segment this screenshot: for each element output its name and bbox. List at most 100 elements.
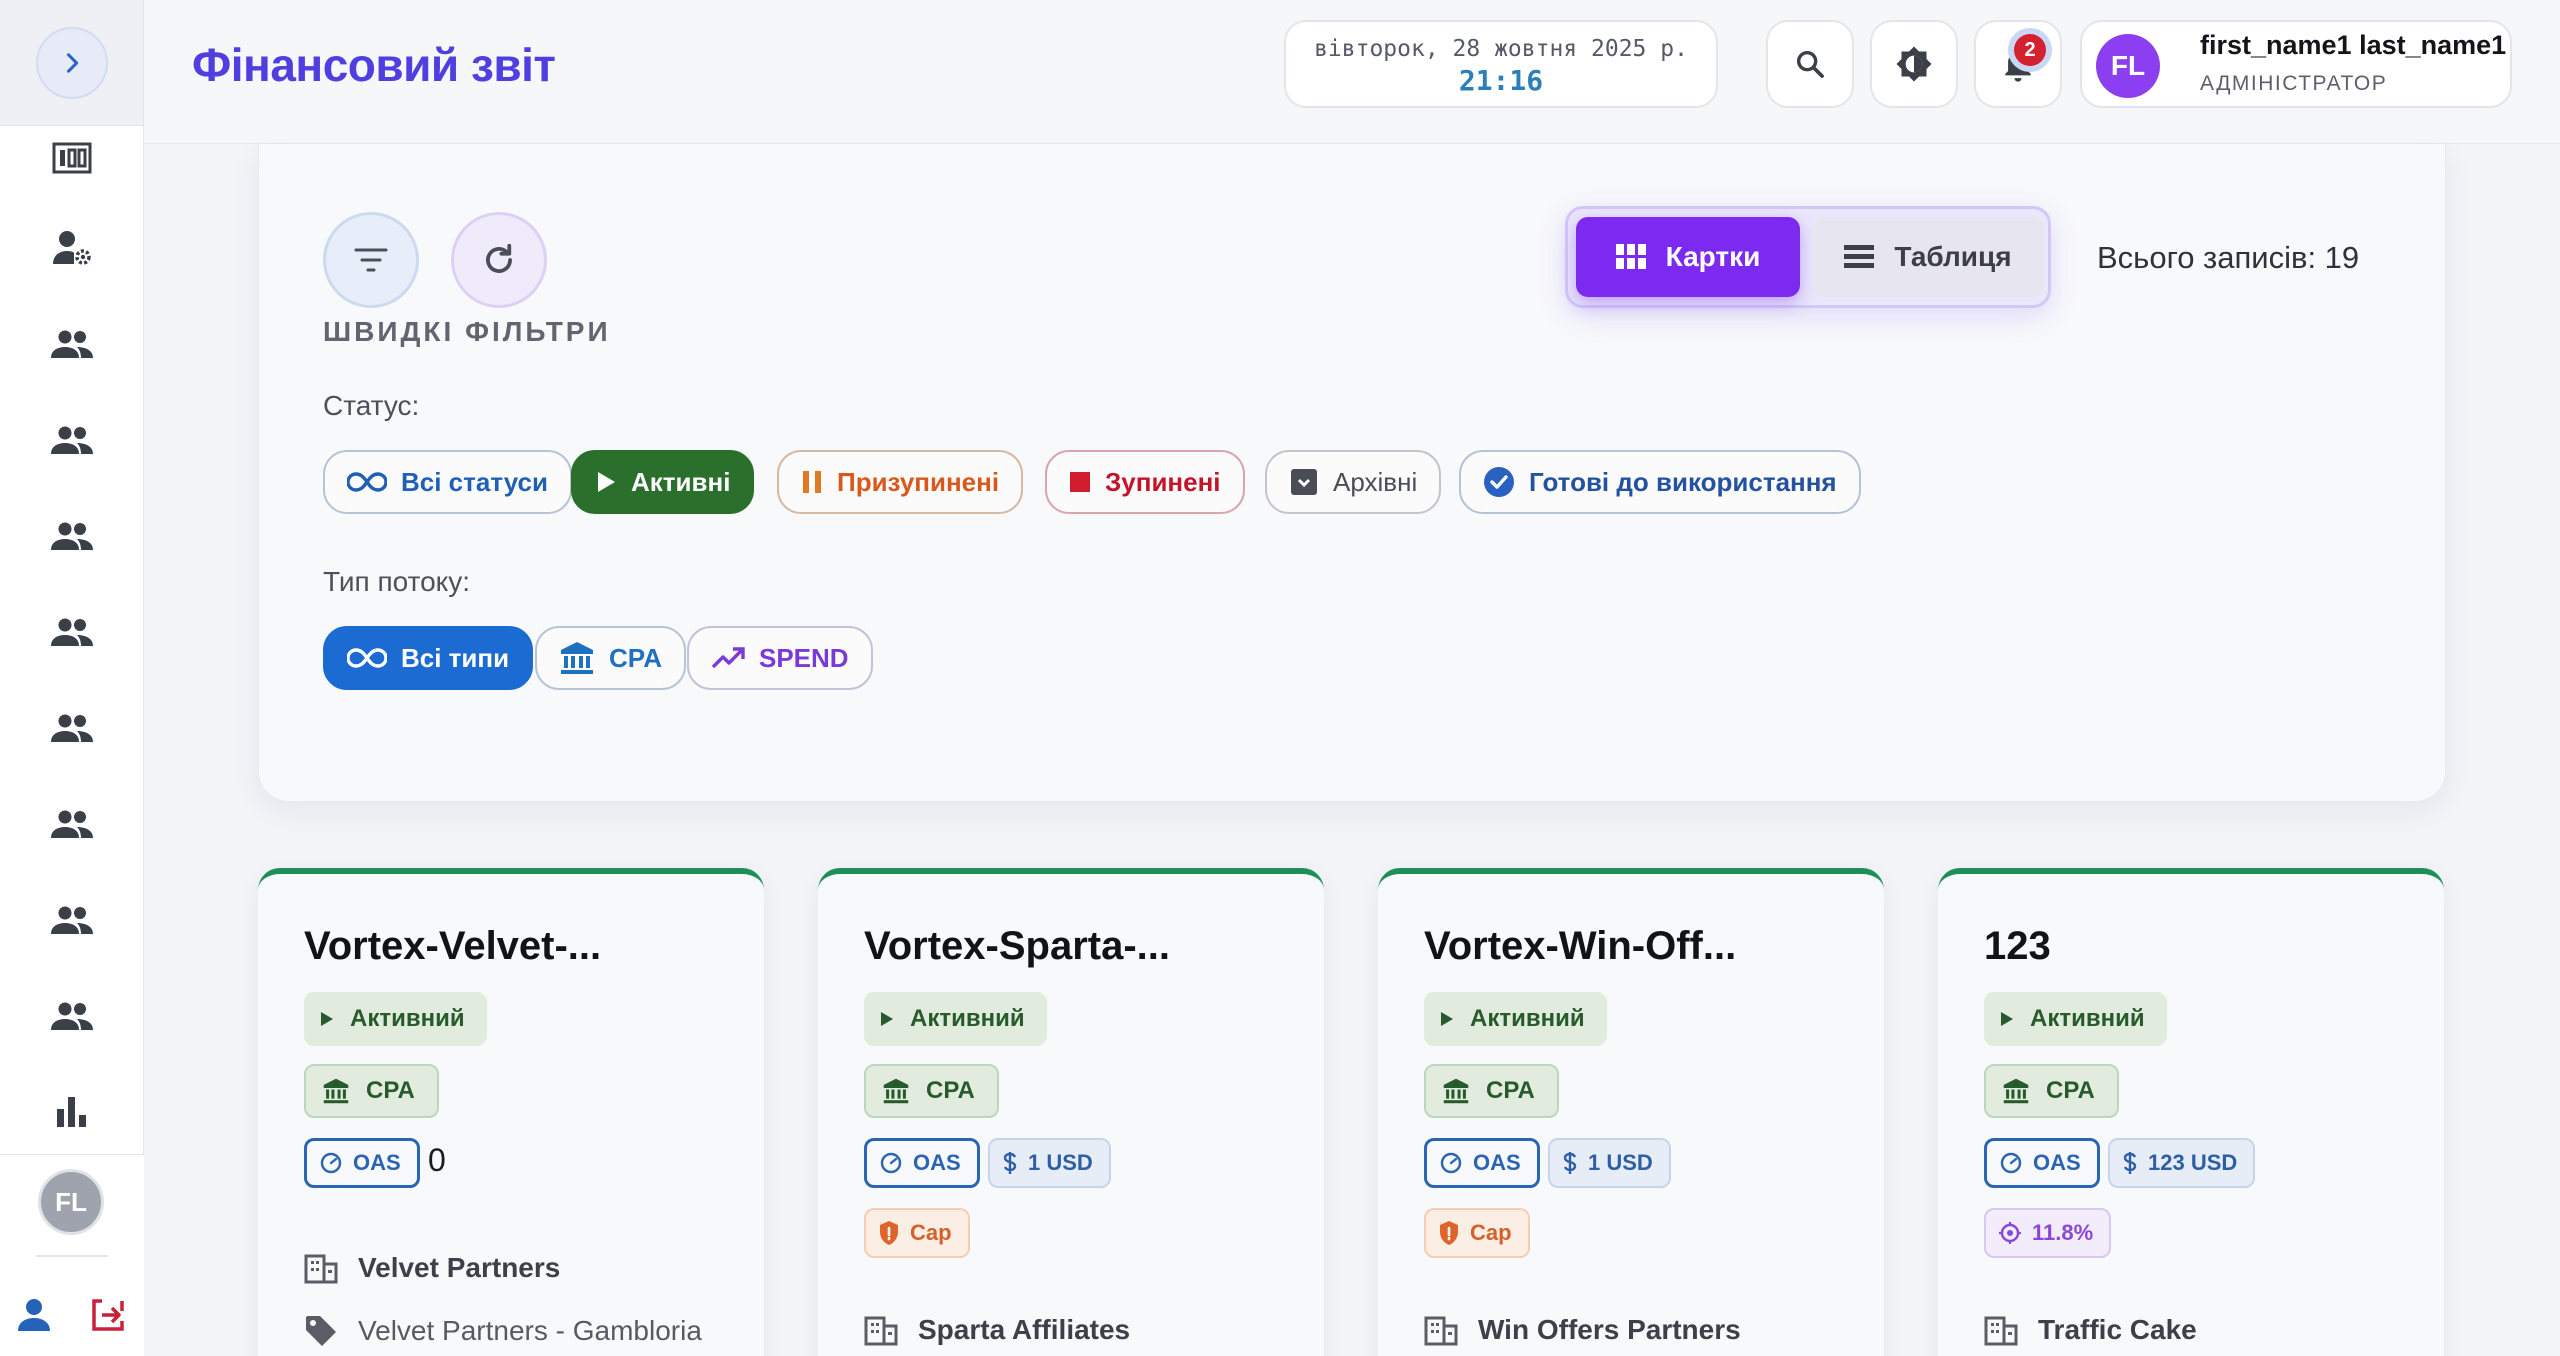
flow-chip-spend[interactable]: SPEND bbox=[687, 626, 873, 690]
status-chip-archived[interactable]: Архівні bbox=[1265, 450, 1442, 514]
amount-tag: 123 USD bbox=[2108, 1138, 2256, 1188]
oas-label: OAS bbox=[913, 1150, 961, 1175]
search-button[interactable] bbox=[1766, 20, 1854, 108]
flow-chip-cpa[interactable]: CPA bbox=[535, 626, 686, 690]
status-chip-active[interactable]: Активні bbox=[571, 450, 755, 514]
status-chip-label: Зупинені bbox=[1105, 466, 1221, 497]
status-chip-ready[interactable]: Готові до використання bbox=[1459, 450, 1861, 514]
total-records: Всього записів: 19 bbox=[2097, 240, 2360, 275]
flow-card[interactable]: Vortex-Sparta-... Активний CPA OAS 1 USD… bbox=[818, 868, 1324, 1356]
logout-button[interactable] bbox=[88, 1295, 128, 1335]
flow-chip-all[interactable]: Всі типи bbox=[323, 626, 534, 690]
speedometer-icon bbox=[880, 1152, 902, 1174]
user-role: АДМІНІСТРАТОР bbox=[2200, 72, 2388, 95]
quick-filters-title: ШВИДКІ ФІЛЬТРИ bbox=[323, 316, 611, 347]
status-badge: Активний bbox=[1424, 992, 1607, 1046]
partner-row: Velvet Partners bbox=[304, 1252, 560, 1284]
status-chip-label: Активні bbox=[631, 466, 731, 497]
partner-name: Traffic Cake bbox=[2038, 1314, 2197, 1345]
filter-icon bbox=[354, 248, 388, 272]
view-cards-label: Картки bbox=[1665, 241, 1761, 272]
percent-label: 11.8% bbox=[2032, 1220, 2094, 1245]
view-cards-button[interactable]: Картки bbox=[1576, 217, 1800, 297]
partner-name: Sparta Affiliates bbox=[918, 1314, 1131, 1345]
partner-name: Win Offers Partners bbox=[1478, 1314, 1741, 1345]
refresh-icon bbox=[486, 243, 512, 273]
sidebar-item-group-4[interactable] bbox=[40, 600, 104, 664]
partner-name: Velvet Partners bbox=[358, 1252, 561, 1283]
logout-icon bbox=[92, 1299, 124, 1331]
sidebar-footer: FL bbox=[0, 1154, 144, 1356]
speedometer-icon bbox=[2000, 1152, 2022, 1174]
oas-label: OAS bbox=[1473, 1150, 1521, 1175]
building-icon bbox=[304, 1254, 338, 1284]
infinity-icon bbox=[347, 648, 387, 668]
user-settings-icon bbox=[53, 231, 91, 265]
sidebar-item-group-6[interactable] bbox=[40, 792, 104, 856]
amount-label: 123 USD bbox=[2148, 1150, 2238, 1175]
avatar: FL bbox=[2096, 34, 2160, 98]
flow-card[interactable]: Vortex-Win-Off... Активний CPA OAS 1 USD… bbox=[1378, 868, 1884, 1356]
type-badge-label: CPA bbox=[1486, 1077, 1535, 1104]
group-icon bbox=[51, 618, 93, 646]
status-chip-all[interactable]: Всі статуси bbox=[323, 450, 572, 514]
notification-count: 2 bbox=[2014, 34, 2046, 66]
person-icon bbox=[18, 1299, 50, 1331]
notifications-button[interactable]: 2 bbox=[1974, 20, 2062, 108]
play-icon bbox=[881, 1012, 893, 1026]
sidebar-avatar[interactable]: FL bbox=[38, 1169, 104, 1235]
status-label: Статус: bbox=[323, 390, 420, 421]
sidebar-item-user-settings[interactable] bbox=[40, 216, 104, 280]
status-chip-label: Готові до використання bbox=[1529, 466, 1837, 497]
status-chip-stopped[interactable]: Зупинені bbox=[1045, 450, 1245, 514]
grid-icon bbox=[1615, 244, 1646, 269]
sidebar-item-group-1[interactable] bbox=[40, 312, 104, 376]
play-icon bbox=[2001, 1012, 2013, 1026]
partner-row: Win Offers Partners bbox=[1424, 1314, 1741, 1346]
status-chip-label: Всі статуси bbox=[401, 466, 548, 497]
chevron-right-icon bbox=[66, 52, 78, 73]
sidebar-expand-button[interactable] bbox=[35, 26, 108, 99]
group-icon bbox=[51, 522, 93, 550]
view-table-button[interactable]: Таблиця bbox=[1812, 217, 2044, 297]
oas-label: OAS bbox=[353, 1150, 401, 1175]
status-chip-label: Призупинені bbox=[837, 466, 1000, 497]
profile-button[interactable] bbox=[14, 1295, 54, 1335]
group-icon bbox=[51, 810, 93, 838]
sidebar-item-group-7[interactable] bbox=[40, 888, 104, 952]
user-menu[interactable]: FL first_name1 last_name1 АДМІНІСТРАТОР bbox=[2080, 20, 2512, 108]
sidebar-item-group-2[interactable] bbox=[40, 408, 104, 472]
cap-label: Cap bbox=[910, 1220, 952, 1245]
status-badge: Активний bbox=[864, 992, 1047, 1046]
group-icon bbox=[51, 330, 93, 358]
refresh-button[interactable] bbox=[451, 212, 547, 308]
status-badge: Активний bbox=[1984, 992, 2167, 1046]
amount-value: 0 bbox=[428, 1142, 446, 1178]
shield-icon bbox=[1440, 1221, 1458, 1245]
sidebar-item-dashboard[interactable] bbox=[40, 126, 104, 190]
status-badge-label: Активний bbox=[2030, 1005, 2145, 1032]
sidebar-item-group-8[interactable] bbox=[40, 984, 104, 1048]
offer-name: Velvet Partners - Gambloria bbox=[358, 1315, 702, 1346]
shield-icon bbox=[880, 1221, 898, 1245]
flow-card[interactable]: 123 Активний CPA OAS 123 USD 11.8% Traff… bbox=[1938, 868, 2444, 1356]
amount-label: 1 USD bbox=[1028, 1150, 1093, 1175]
oas-tag: OAS bbox=[1424, 1138, 1540, 1188]
sidebar-item-group-3[interactable] bbox=[40, 504, 104, 568]
speedometer-icon bbox=[320, 1152, 342, 1174]
sidebar-item-group-5[interactable] bbox=[40, 696, 104, 760]
theme-toggle-button[interactable] bbox=[1870, 20, 1958, 108]
filter-button[interactable] bbox=[323, 212, 419, 308]
sidebar-item-reports[interactable] bbox=[40, 1080, 104, 1144]
card-title: Vortex-Velvet-... bbox=[304, 924, 602, 968]
check-circle-icon bbox=[1484, 467, 1514, 497]
status-chip-paused[interactable]: Призупинені bbox=[777, 450, 1024, 514]
flow-card[interactable]: Vortex-Velvet-... Активний CPA OAS 0 Vel… bbox=[258, 868, 764, 1356]
dashboard-icon bbox=[52, 142, 92, 174]
dollar-icon bbox=[1003, 1152, 1017, 1174]
status-badge-label: Активний bbox=[910, 1005, 1025, 1032]
oas-tag: OAS bbox=[304, 1138, 420, 1188]
list-icon bbox=[1844, 245, 1875, 268]
group-icon bbox=[51, 906, 93, 934]
bank-icon bbox=[2003, 1078, 2029, 1104]
